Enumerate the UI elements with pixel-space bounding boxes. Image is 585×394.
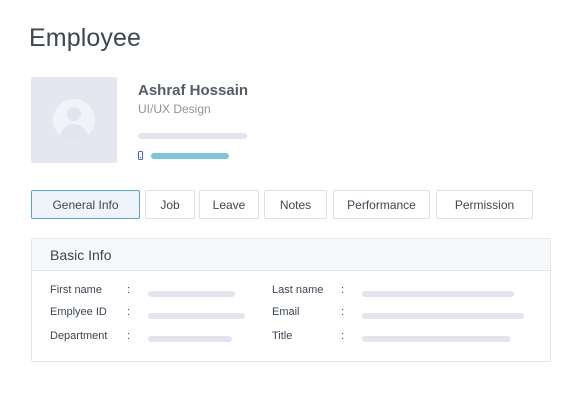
- field-value-department: [148, 336, 232, 342]
- phone-icon: [138, 151, 143, 160]
- tab-permission[interactable]: Permission: [436, 190, 533, 219]
- field-label-employee-id: Emplyee ID: [50, 306, 107, 318]
- tab-job[interactable]: Job: [145, 190, 195, 219]
- field-separator: :: [341, 284, 345, 296]
- user-avatar-icon: [53, 99, 95, 141]
- basic-info-header: Basic Info: [32, 239, 550, 271]
- field-value-last-name: [362, 291, 514, 297]
- basic-info-card: Basic Info First name : Last name : Empl…: [31, 238, 551, 362]
- field-label-last-name: Last name: [272, 284, 324, 296]
- field-value-email: [362, 313, 524, 319]
- tab-notes[interactable]: Notes: [264, 190, 327, 219]
- field-label-title: Title: [272, 330, 293, 342]
- phone-value-bar: [151, 153, 229, 159]
- field-label-department: Department: [50, 330, 108, 342]
- basic-info-title: Basic Info: [50, 247, 112, 263]
- field-value-employee-id: [148, 313, 245, 319]
- employee-name: Ashraf Hossain: [138, 82, 249, 99]
- tab-general-info[interactable]: General Info: [31, 190, 140, 219]
- tab-performance[interactable]: Performance: [333, 190, 430, 219]
- field-label-email: Email: [272, 306, 300, 318]
- field-separator: :: [127, 330, 131, 342]
- field-separator: :: [341, 330, 345, 342]
- field-separator: :: [127, 284, 131, 296]
- avatar: [31, 77, 117, 163]
- field-separator: :: [127, 306, 131, 318]
- field-value-first-name: [148, 291, 235, 297]
- page-title: Employee: [29, 24, 141, 52]
- tab-leave[interactable]: Leave: [199, 190, 259, 219]
- field-value-title: [362, 336, 511, 342]
- employee-department: UI/UX Design: [138, 102, 211, 116]
- field-separator: :: [341, 306, 345, 318]
- field-label-first-name: First name: [50, 284, 102, 296]
- placeholder-bar: [138, 133, 247, 139]
